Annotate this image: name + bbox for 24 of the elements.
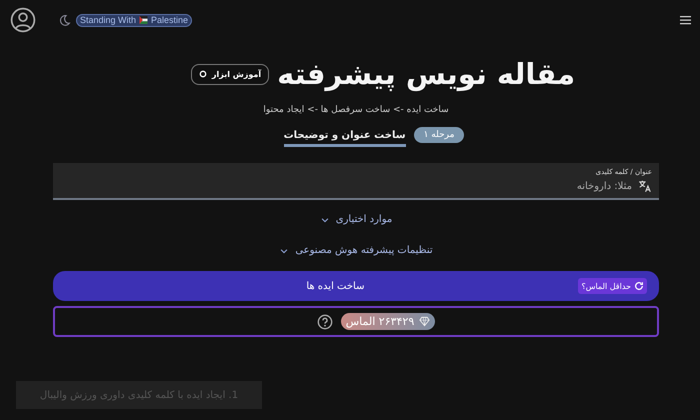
- tutorial-button[interactable]: آموزش ابزار: [190, 64, 270, 84]
- page-title: مقاله نویس پیشرفته: [277, 56, 576, 94]
- circle-icon: [198, 70, 207, 78]
- balance-text: ۲۶۳۴۲۹ الماس: [346, 315, 414, 328]
- refresh-icon: [634, 281, 644, 291]
- step-tab[interactable]: مرحله ۱ ساخت عنوان و توضیحات: [284, 127, 464, 150]
- user-icon[interactable]: [10, 7, 36, 33]
- translate-icon: [638, 179, 652, 193]
- input-field[interactable]: مثلا: داروخانه: [432, 180, 632, 192]
- moon-icon[interactable]: [58, 14, 71, 26]
- banner-text: Standing With: [80, 15, 136, 25]
- step-label: ساخت عنوان و توضیحات: [284, 130, 406, 146]
- help-icon[interactable]: [316, 314, 333, 330]
- banner-text: Palestine: [151, 15, 188, 25]
- menu-icon[interactable]: [679, 14, 691, 26]
- section-toggle[interactable]: موارد اختیاری: [320, 208, 392, 231]
- subtitle: ساخت ایده -> ساخت سرفصل ها -> ایجاد محتوا: [263, 105, 449, 115]
- section-toggle[interactable]: تنظیمات پیشرفته هوش مصنوعی: [279, 239, 433, 262]
- step-badge: مرحله ۱: [414, 127, 464, 143]
- generate-button[interactable]: ساخت ایده ها: [300, 278, 370, 294]
- banner-badge[interactable]: Standing With Palestine: [76, 14, 192, 26]
- min-diamonds-button[interactable]: حداقل الماس؟: [578, 278, 647, 294]
- diamond-icon: [419, 316, 430, 327]
- flag-icon: [138, 16, 150, 24]
